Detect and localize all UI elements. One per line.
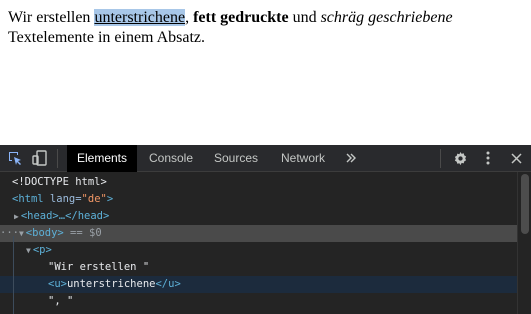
collapse-arrow-icon[interactable]: ▼	[0, 246, 31, 255]
tab-sources[interactable]: Sources	[207, 145, 265, 172]
more-tabs-icon[interactable]	[343, 150, 359, 166]
dom-line-u[interactable]: <u>unterstrichene</u>	[0, 276, 517, 293]
comma-text: ,	[185, 9, 194, 26]
indent-guide	[13, 236, 14, 314]
kebab-menu-icon[interactable]	[480, 150, 496, 166]
dom-line-doctype[interactable]: <!DOCTYPE html>	[0, 174, 517, 191]
dom-line-html[interactable]: <html lang="de">	[0, 191, 517, 208]
dom-line-text[interactable]: "Wir erstellen "	[0, 259, 517, 276]
und-text: und	[288, 9, 321, 26]
gear-icon[interactable]	[452, 150, 468, 166]
devtools-toolbar: Elements Console Sources Network	[0, 145, 531, 172]
inspect-element-icon[interactable]	[7, 150, 23, 166]
dom-line-text-comma[interactable]: ", "	[0, 293, 517, 310]
dom-line-body[interactable]: ···▼ <body> == $0	[0, 225, 517, 242]
dom-line-head[interactable]: ▶ <head>…</head>	[0, 208, 517, 225]
dom-line-p[interactable]: ▼ <p>	[0, 242, 517, 259]
text-before: Wir erstellen	[8, 9, 95, 26]
toolbar-separator	[440, 149, 441, 168]
page-viewport: Wir erstellen unterstrichene, fett gedru…	[0, 0, 531, 145]
tab-network[interactable]: Network	[273, 145, 333, 172]
dom-tree: <!DOCTYPE html> <html lang="de"> ▶ <head>…	[0, 172, 517, 314]
underlined-text[interactable]: unterstrichene	[94, 9, 186, 26]
italic-text: schräg geschriebene	[320, 9, 453, 26]
tab-elements[interactable]: Elements	[67, 145, 137, 172]
paragraph: Wir erstellen unterstrichene, fett gedru…	[8, 8, 468, 48]
device-toolbar-icon[interactable]	[32, 150, 48, 166]
more-dots-icon: ···	[0, 227, 19, 239]
dom-scrollbar[interactable]	[517, 172, 531, 314]
tab-console[interactable]: Console	[140, 145, 202, 172]
devtools-panel: Elements Console Sources Network <!DOCTY…	[0, 145, 531, 314]
text-after: Textelemente in einem Absatz.	[8, 29, 206, 46]
close-icon[interactable]	[508, 150, 524, 166]
expand-arrow-icon[interactable]: ▶	[0, 212, 19, 221]
toolbar-separator	[57, 149, 58, 168]
bold-text: fett gedruckte	[193, 9, 289, 26]
scrollbar-thumb[interactable]	[521, 174, 529, 234]
